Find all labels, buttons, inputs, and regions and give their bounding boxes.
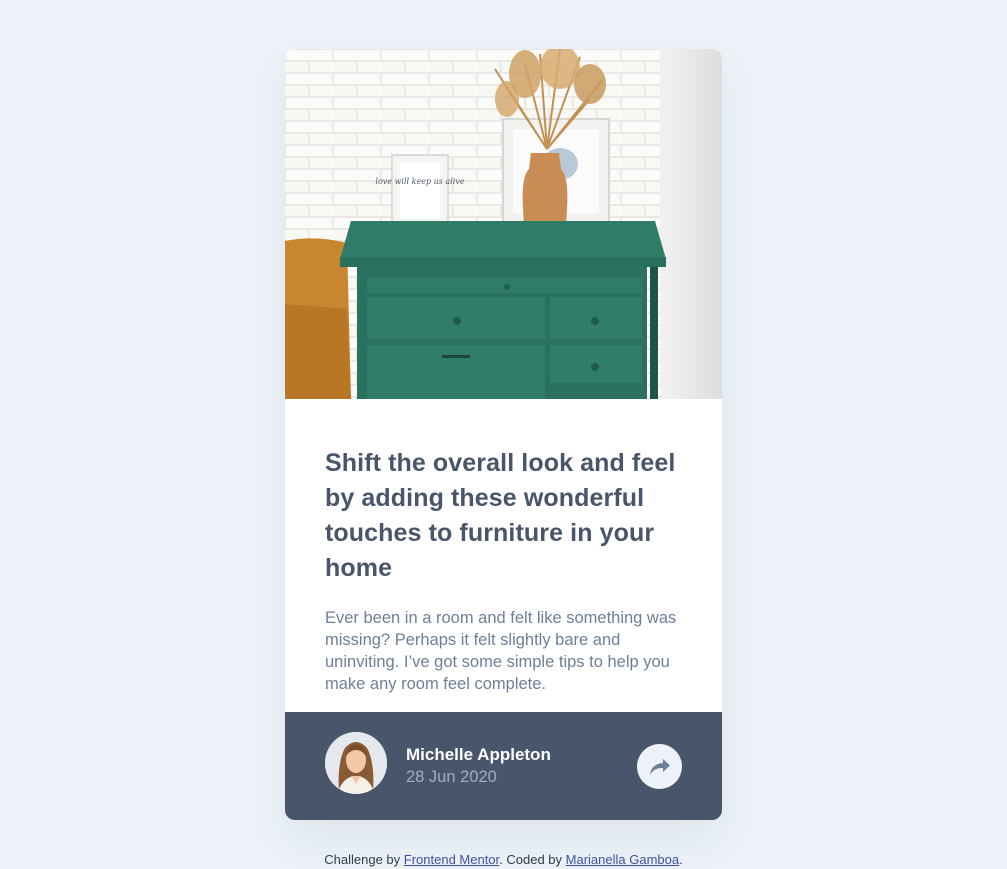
frame-text: love will keep us alive xyxy=(375,177,464,186)
author-bar: Michelle Appleton 28 Jun 2020 xyxy=(285,712,722,820)
article-description: Ever been in a room and felt like someth… xyxy=(325,609,677,693)
share-arrow-icon xyxy=(649,758,670,775)
attribution: Challenge by Frontend Mentor. Coded by M… xyxy=(0,851,1007,869)
author-avatar xyxy=(325,732,387,794)
article-card: love will keep us alive Shift the overal… xyxy=(285,49,722,820)
drawers-image: love will keep us alive xyxy=(285,49,722,399)
attribution-prefix: Challenge by xyxy=(324,852,401,867)
attribution-middle: . Coded by xyxy=(499,852,563,867)
article-title: Shift the overall look and feel by addin… xyxy=(325,449,676,582)
share-button[interactable] xyxy=(637,744,682,789)
coder-link[interactable]: Marianella Gamboa xyxy=(566,852,679,867)
frontend-mentor-link[interactable]: Frontend Mentor xyxy=(404,852,499,867)
author-name: Michelle Appleton xyxy=(406,745,551,764)
attribution-suffix: . xyxy=(679,852,683,867)
author-info: Michelle Appleton 28 Jun 2020 xyxy=(406,745,551,787)
publish-date: 28 Jun 2020 xyxy=(406,768,497,786)
article-content: Shift the overall look and feel by addin… xyxy=(285,399,722,715)
